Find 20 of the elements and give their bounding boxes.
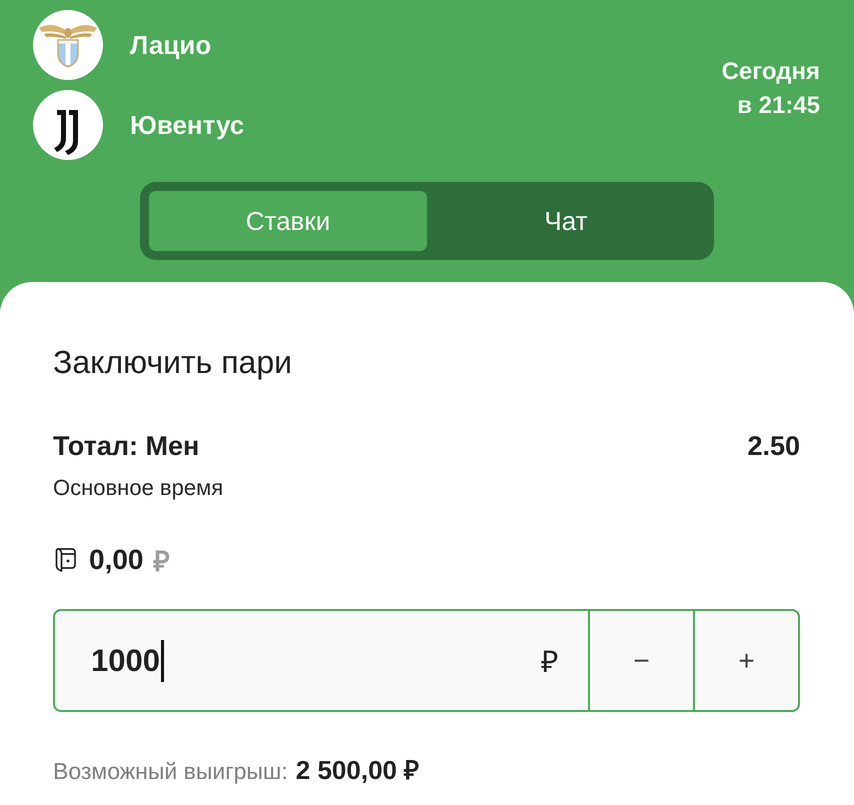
tab[interactable]: Чат <box>427 191 705 251</box>
increase-button[interactable]: + <box>695 609 800 712</box>
amount-field[interactable]: 1000 ₽ <box>53 609 590 712</box>
wallet-icon <box>53 547 79 573</box>
team-name: Ювентус <box>130 110 244 140</box>
currency-sign: ₽ <box>541 645 558 681</box>
period-label: Основное время <box>53 474 224 502</box>
market-name: Тотал: Мен <box>53 430 200 463</box>
team-name: Лацио <box>130 30 212 60</box>
payout-label: Возможный выигрыш: <box>53 757 288 786</box>
balance-amount: 0,00 <box>89 544 144 576</box>
odds-value: 2.50 <box>747 430 800 463</box>
match-date: Сегодня <box>722 57 820 87</box>
currency-sign: ₽ <box>154 545 170 579</box>
payout-amount: 2 500,00 ₽ <box>296 754 420 786</box>
decrease-button[interactable]: − <box>590 609 695 712</box>
match-time: в 21:45 <box>736 91 820 121</box>
eagle-shield-icon <box>33 10 103 80</box>
section-title: Заключить пари <box>53 343 294 382</box>
stripes-crest-icon <box>33 90 103 160</box>
